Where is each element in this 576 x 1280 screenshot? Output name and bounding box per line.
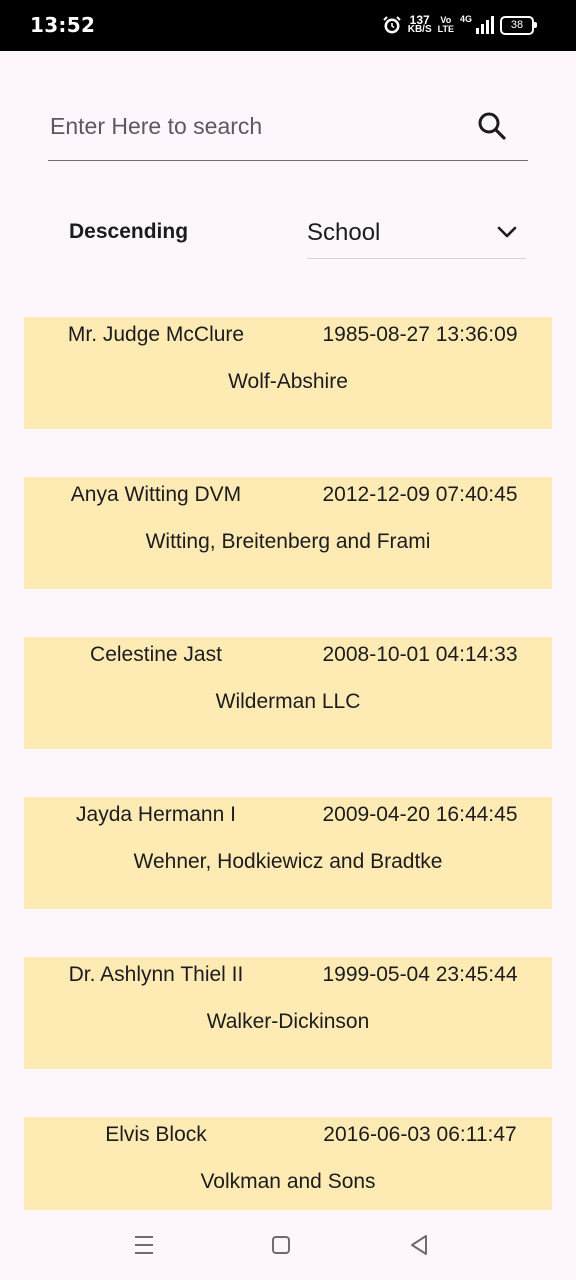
status-bar: 13:52 137 KB/S Vo LTE 4G 38 bbox=[0, 0, 576, 51]
back-triangle-icon[interactable] bbox=[406, 1232, 432, 1258]
signal-icon bbox=[476, 16, 494, 34]
record-school: Volkman and Sons bbox=[200, 1170, 376, 1193]
status-icons: 137 KB/S Vo LTE 4G 38 bbox=[382, 14, 537, 36]
list-item[interactable]: Dr. Ashlynn Thiel II 1999-05-04 23:45:44… bbox=[24, 957, 552, 1069]
net-speed-unit: KB/S bbox=[407, 24, 432, 35]
record-datetime: 1999-05-04 23:45:44 bbox=[322, 963, 518, 986]
record-name: Dr. Ashlynn Thiel II bbox=[68, 963, 244, 986]
sort-order-toggle[interactable]: Descending bbox=[69, 220, 188, 244]
record-datetime: 2009-04-20 16:44:45 bbox=[322, 803, 518, 826]
search-input[interactable] bbox=[48, 96, 462, 156]
battery-level: 38 bbox=[510, 19, 524, 31]
record-datetime: 1985-08-27 13:36:09 bbox=[322, 323, 518, 346]
record-name: Mr. Judge McClure bbox=[67, 323, 245, 346]
list-item[interactable]: Mr. Judge McClure 1985-08-27 13:36:09 Wo… bbox=[24, 317, 552, 429]
battery-icon: 38 bbox=[500, 15, 537, 35]
record-name: Elvis Block bbox=[105, 1123, 207, 1146]
record-school: Walker-Dickinson bbox=[206, 1010, 370, 1033]
system-nav-bar bbox=[0, 1210, 576, 1280]
record-school: Wehner, Hodkiewicz and Bradtke bbox=[133, 850, 443, 873]
record-school: Wilderman LLC bbox=[215, 690, 361, 713]
home-square-icon[interactable] bbox=[268, 1232, 294, 1258]
record-datetime: 2012-12-09 07:40:45 bbox=[322, 483, 518, 506]
list-item[interactable]: Anya Witting DVM 2012-12-09 07:40:45 Wit… bbox=[24, 477, 552, 589]
search-icon[interactable] bbox=[476, 110, 508, 142]
search-bar bbox=[48, 96, 528, 161]
record-datetime: 2008-10-01 04:14:33 bbox=[322, 643, 518, 666]
record-name: Jayda Hermann I bbox=[76, 803, 236, 826]
status-time: 13:52 bbox=[30, 13, 96, 37]
menu-icon[interactable] bbox=[131, 1232, 157, 1258]
volte-bottom: LTE bbox=[437, 24, 454, 34]
sort-field-dropdown[interactable]: School bbox=[307, 208, 526, 259]
alarm-icon bbox=[383, 16, 401, 34]
list-item[interactable]: Elvis Block 2016-06-03 06:11:47 Volkman … bbox=[24, 1117, 552, 1210]
record-datetime: 2016-06-03 06:11:47 bbox=[323, 1123, 517, 1146]
network-type: 4G bbox=[459, 14, 472, 24]
record-name: Celestine Jast bbox=[90, 643, 222, 666]
list-item[interactable]: Celestine Jast 2008-10-01 04:14:33 Wilde… bbox=[24, 637, 552, 749]
record-school: Witting, Breitenberg and Frami bbox=[145, 530, 431, 553]
volte-indicator: Vo LTE bbox=[438, 16, 454, 34]
record-name: Anya Witting DVM bbox=[70, 483, 242, 506]
chevron-down-icon bbox=[497, 226, 517, 238]
net-speed: 137 KB/S bbox=[407, 14, 432, 35]
record-school: Wolf-Abshire bbox=[228, 370, 348, 393]
sort-field-value: School bbox=[307, 219, 381, 246]
list-item[interactable]: Jayda Hermann I 2009-04-20 16:44:45 Wehn… bbox=[24, 797, 552, 909]
